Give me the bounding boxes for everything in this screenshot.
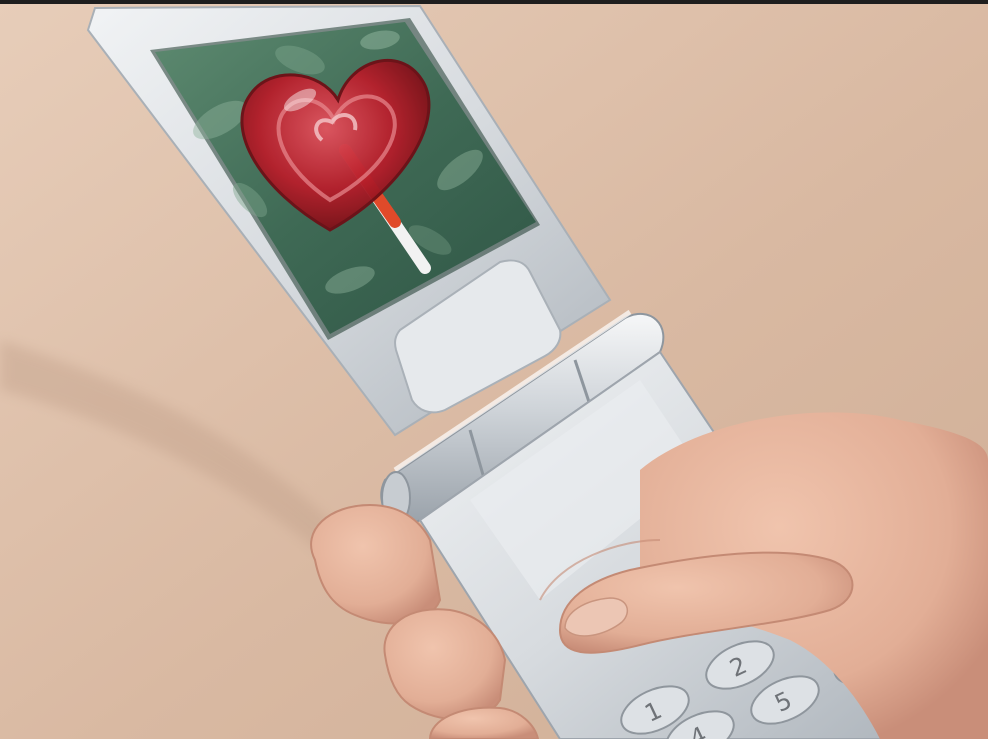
flip-phone-photo: 1 2 3 4 5 6	[0, 0, 988, 739]
photo-scene: 1 2 3 4 5 6	[0, 0, 988, 739]
top-border	[0, 0, 988, 4]
